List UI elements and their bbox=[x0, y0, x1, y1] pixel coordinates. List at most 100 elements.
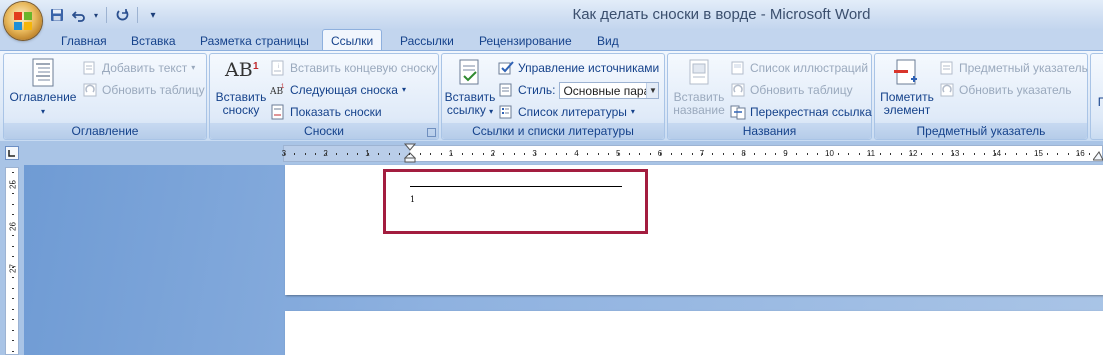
vertical-ruler-tick bbox=[12, 298, 14, 299]
manage-sources-button[interactable]: Управление источниками bbox=[498, 59, 659, 77]
vertical-ruler-tick bbox=[12, 245, 14, 247]
chevron-down-icon: ▾ bbox=[401, 85, 406, 94]
update-index-button[interactable]: Обновить указатель bbox=[939, 81, 1072, 99]
ruler-tick-mark bbox=[493, 153, 494, 155]
cross-reference-label: Перекрестная ссылка bbox=[750, 105, 872, 119]
cross-reference-icon bbox=[730, 105, 746, 120]
windows-logo-icon bbox=[898, 318, 924, 344]
insert-index-button[interactable]: Предметный указатель bbox=[939, 59, 1088, 77]
ruler-tick-mark bbox=[1067, 153, 1069, 155]
tab-selector[interactable] bbox=[5, 146, 19, 160]
vertical-ruler-label: 26 bbox=[8, 222, 18, 231]
list-illustrations-button[interactable]: Список иллюстраций bbox=[730, 59, 868, 77]
cross-reference-button[interactable]: Перекрестная ссылка bbox=[730, 103, 872, 121]
chevron-down-icon: ▾ bbox=[630, 107, 635, 116]
tab-mailings[interactable]: Рассылки bbox=[400, 32, 454, 50]
toc-button[interactable]: Оглавление ▾ bbox=[8, 58, 78, 118]
ruler-tick-mark bbox=[911, 153, 912, 155]
ruler-tick-mark bbox=[785, 153, 787, 155]
next-footnote-button[interactable]: AB 1 Следующая сноска ▾ bbox=[270, 81, 406, 99]
chevron-down-icon: ▾ bbox=[489, 107, 494, 116]
ruler-tick-mark bbox=[451, 153, 453, 155]
update-table-button[interactable]: Обновить таблицу bbox=[82, 81, 205, 99]
vertical-ruler[interactable]: 25 26 27 bbox=[5, 167, 19, 355]
ruler-tick-label: 16 bbox=[1075, 149, 1085, 158]
ruler-tick-mark bbox=[1025, 153, 1027, 155]
insert-footnote-line1: Вставить bbox=[215, 90, 267, 104]
bibliography-button[interactable]: Список литературы ▾ bbox=[498, 103, 635, 121]
ruler-tick-mark bbox=[524, 153, 526, 155]
ruler-tick-mark bbox=[566, 153, 568, 155]
dialog-launcher-icon[interactable] bbox=[427, 128, 436, 137]
insert-caption-icon bbox=[689, 59, 709, 85]
tab-references[interactable]: Ссылки bbox=[322, 29, 383, 52]
next-group-button[interactable]: П bbox=[1095, 96, 1103, 109]
mark-entry-icon bbox=[894, 59, 917, 85]
tab-home[interactable]: Главная bbox=[61, 32, 107, 50]
chevron-down-icon[interactable]: ▼ bbox=[646, 82, 659, 98]
ruler-tick-mark bbox=[754, 153, 756, 155]
insert-caption-button[interactable]: Вставить название bbox=[670, 58, 728, 117]
ruler-tick-mark bbox=[294, 153, 296, 155]
mark-entry-button[interactable]: Пометить элемент bbox=[877, 58, 937, 117]
insert-caption-line2: название bbox=[673, 103, 725, 117]
tab-review[interactable]: Рецензирование bbox=[479, 32, 572, 50]
ruler-tick-mark bbox=[1057, 153, 1059, 155]
ruler-tick-label: 11 bbox=[866, 149, 876, 158]
add-text-button[interactable]: Добавить текст ▾ bbox=[82, 59, 195, 77]
list-illustrations-label: Список иллюстраций bbox=[750, 61, 869, 75]
horizontal-ruler[interactable]: 32112345678910111213141516 bbox=[282, 143, 1103, 163]
group-label-toc: Оглавление bbox=[4, 123, 206, 139]
insert-endnote-button[interactable]: i Вставить концевую сноску bbox=[270, 59, 437, 77]
ruler-tick-mark bbox=[900, 153, 902, 155]
right-indent-marker-icon[interactable] bbox=[1093, 146, 1103, 162]
show-notes-button[interactable]: Показать сноски bbox=[270, 103, 382, 121]
tab-page-layout[interactable]: Разметка страницы bbox=[200, 32, 309, 50]
ruler-tick-mark bbox=[325, 153, 327, 155]
update-table-icon bbox=[83, 83, 97, 97]
vertical-ruler-tick bbox=[12, 350, 14, 352]
ruler-tick-mark bbox=[357, 153, 359, 155]
group-label-citations: Ссылки и списки литературы bbox=[442, 123, 664, 139]
ruler-tick-mark bbox=[1005, 153, 1007, 155]
ruler-tick-mark bbox=[1036, 153, 1038, 155]
ruler-tick-mark bbox=[440, 153, 442, 155]
ruler-tick-mark bbox=[472, 153, 474, 155]
office-button[interactable] bbox=[4, 2, 42, 40]
ruler-tick-mark bbox=[1046, 153, 1048, 155]
ruler-tick-mark bbox=[869, 153, 871, 155]
next-footnote-label: Следующая сноска bbox=[290, 83, 398, 97]
style-dropdown[interactable]: Основные парам ▼ bbox=[559, 81, 660, 99]
group-captions: Вставить название Список иллюстраций Обн… bbox=[667, 53, 872, 140]
ruler-tick-mark bbox=[555, 153, 557, 155]
insert-footnote-button[interactable]: AB 1 Вставить сноску bbox=[213, 58, 269, 117]
group-label-captions: Названия bbox=[668, 123, 871, 139]
ruler-tick-mark bbox=[931, 153, 933, 155]
ruler-tick-mark bbox=[284, 153, 285, 155]
insert-citation-button[interactable]: Вставить ссылку ▾ bbox=[444, 58, 496, 118]
group-footnotes: AB 1 Вставить сноску i Вставить концевую… bbox=[209, 53, 439, 140]
vertical-ruler-tick bbox=[12, 287, 14, 289]
ruler-tick-label: 14 bbox=[992, 149, 1002, 158]
ruler-tick-mark bbox=[796, 153, 798, 155]
update-captions-table-button[interactable]: Обновить таблицу bbox=[730, 81, 853, 99]
title-bar: ▾ ▾ Как делать сноски в ворде - Microsof… bbox=[0, 0, 1103, 30]
vertical-ruler-tick bbox=[12, 203, 14, 205]
ruler-tick-mark bbox=[419, 153, 421, 155]
insert-index-label: Предметный указатель bbox=[959, 61, 1088, 75]
ruler-tick-mark bbox=[691, 153, 693, 155]
ruler-tick-mark bbox=[984, 153, 986, 155]
tab-insert[interactable]: Вставка bbox=[131, 32, 176, 50]
update-table-icon bbox=[731, 83, 745, 97]
watermark-text: FREE-OFFICE.NET bbox=[932, 321, 1100, 340]
ruler-tick-mark bbox=[764, 153, 766, 155]
group-label-footnotes: Сноски bbox=[210, 123, 438, 139]
ab-glyph: AB bbox=[225, 59, 253, 81]
manage-sources-icon bbox=[498, 61, 514, 75]
vertical-ruler-tick bbox=[12, 277, 14, 278]
ruler-tick-mark bbox=[628, 153, 630, 155]
chevron-down-icon: ▾ bbox=[40, 107, 45, 116]
ruler-tick-mark bbox=[618, 153, 620, 155]
tab-view[interactable]: Вид bbox=[597, 32, 619, 50]
ruler-tick-mark bbox=[545, 153, 547, 155]
